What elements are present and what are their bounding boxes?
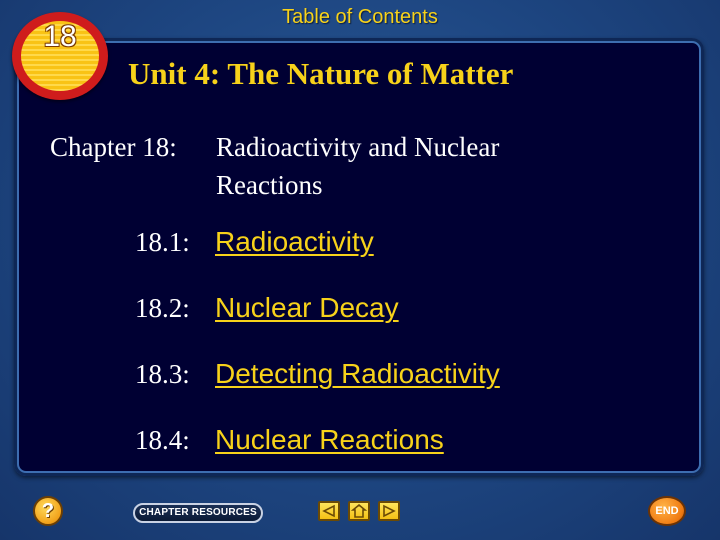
chapter-label: Chapter 18: (50, 132, 177, 162)
section-number: 18.4: (135, 425, 190, 455)
unit-title: Unit 4: The Nature of Matter (128, 56, 514, 91)
previous-button[interactable] (318, 501, 340, 521)
section-item: 18.1: Radioactivity (135, 226, 374, 266)
section-link-detecting-radioactivity[interactable]: Detecting Radioactivity (215, 358, 500, 389)
chapter-badge: 18 (12, 12, 108, 100)
section-link-radioactivity[interactable]: Radioactivity (215, 226, 374, 257)
triangle-right-icon (383, 504, 396, 518)
next-button[interactable] (378, 501, 400, 521)
section-link-nuclear-decay[interactable]: Nuclear Decay (215, 292, 399, 323)
section-link-nuclear-reactions[interactable]: Nuclear Reactions (215, 424, 444, 455)
chapter-heading: Chapter 18: Radioactivity and Nuclear Rea… (50, 128, 576, 204)
chapter-name: Radioactivity and Nuclear Reactions (216, 132, 500, 200)
header-title: Table of Contents (282, 6, 438, 28)
chapter-number: 18 (43, 20, 77, 53)
section-number: 18.3: (135, 359, 190, 389)
triangle-left-icon (322, 504, 335, 518)
section-number: 18.2: (135, 293, 190, 323)
help-button[interactable]: ? (33, 496, 63, 526)
home-icon (350, 503, 368, 518)
section-item: 18.3: Detecting Radioactivity (135, 358, 500, 398)
chapter-resources-button[interactable]: CHAPTER RESOURCES (133, 503, 263, 523)
end-button[interactable]: END (648, 496, 686, 526)
section-number: 18.1: (135, 227, 190, 257)
section-item: 18.2: Nuclear Decay (135, 292, 399, 332)
home-button[interactable] (348, 501, 370, 521)
section-item: 18.4: Nuclear Reactions (135, 424, 444, 464)
